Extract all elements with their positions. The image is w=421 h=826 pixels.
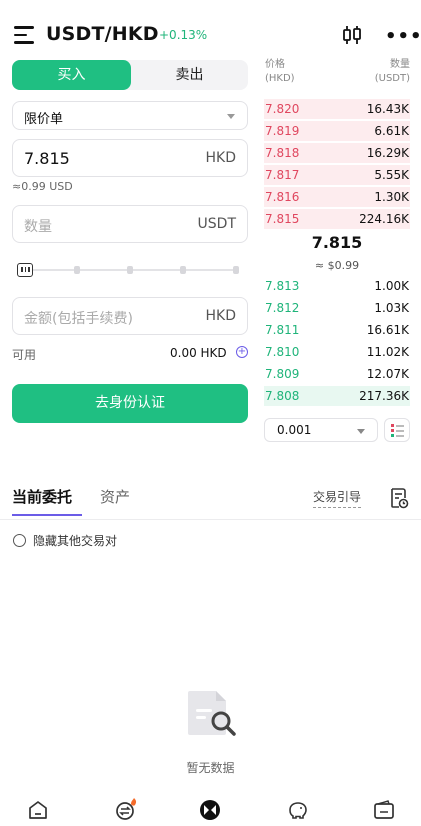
quantity-input[interactable]: 数量 USDT (12, 205, 248, 243)
ask-price: 7.817 (265, 168, 300, 182)
trade-icon[interactable] (198, 798, 222, 822)
buy-sell-tabs: 买入 卖出 (12, 60, 248, 90)
slider-step-100[interactable] (233, 266, 239, 274)
empty-document-search-icon (188, 691, 236, 736)
wallet-icon[interactable] (372, 798, 396, 822)
ask-qty: 6.61K (374, 124, 409, 138)
more-dots-icon[interactable]: ••• (385, 26, 421, 47)
bid-qty: 11.02K (366, 345, 409, 359)
ask-row[interactable]: 7.818 16.29K (264, 143, 410, 163)
ask-price: 7.816 (265, 190, 300, 204)
orderbook-qty-header: 数量 (USDT) (375, 58, 410, 86)
exchange-icon[interactable] (114, 798, 138, 822)
qty-header-unit: (USDT) (374, 73, 410, 84)
active-tab-indicator (12, 514, 82, 516)
tab-buy[interactable]: 买入 (12, 60, 131, 90)
ask-price: 7.815 (265, 212, 300, 226)
savings-icon[interactable] (286, 798, 310, 822)
ask-row[interactable]: 7.820 16.43K (264, 99, 410, 119)
ask-qty: 16.29K (366, 146, 409, 160)
orderbook-price-header: 价格 (HKD) (265, 58, 295, 86)
tab-assets[interactable]: 资产 (100, 486, 130, 507)
bid-row[interactable]: 7.810 11.02K (264, 342, 410, 362)
slider-step-75[interactable] (180, 266, 186, 274)
qty-header-label: 数量 (390, 59, 410, 70)
bid-qty: 16.61K (366, 323, 409, 337)
bid-price: 7.811 (265, 323, 300, 337)
bottom-nav (0, 792, 421, 826)
ask-qty: 5.55K (374, 168, 409, 182)
candlestick-icon[interactable] (341, 24, 363, 46)
verify-identity-button[interactable]: 去身份认证 (12, 384, 248, 423)
quantity-placeholder: 数量 (24, 219, 52, 235)
tab-current-orders[interactable]: 当前委托 (12, 486, 72, 507)
order-type-select[interactable]: 限价单 (12, 101, 248, 130)
precision-select[interactable]: 0.001 (264, 418, 378, 442)
home-icon[interactable] (26, 798, 50, 822)
quantity-unit: USDT (197, 216, 236, 232)
trading-guide-link[interactable]: 交易引导 (313, 488, 362, 508)
bid-price: 7.810 (265, 345, 300, 359)
empty-state-text: 暂无数据 (186, 761, 235, 775)
order-type-label: 限价单 (24, 112, 64, 127)
tab-sell[interactable]: 卖出 (131, 60, 248, 90)
bid-price: 7.813 (265, 279, 300, 293)
amount-placeholder: 金额(包括手续费) (24, 311, 133, 327)
menu-icon[interactable] (14, 26, 34, 44)
slider-handle[interactable] (17, 263, 33, 277)
ask-price: 7.818 (265, 146, 300, 160)
slider-step-25[interactable] (74, 266, 80, 274)
ask-qty: 224.16K (359, 212, 409, 226)
deposit-plus-icon[interactable]: + (236, 346, 248, 358)
divider (0, 519, 421, 520)
bid-price: 7.809 (265, 367, 300, 381)
bid-qty: 217.36K (359, 389, 409, 403)
pair-title[interactable]: USDT/HKD (46, 23, 159, 45)
header: USDT/HKD +0.13% ••• (0, 0, 421, 56)
ask-row[interactable]: 7.819 6.61K (264, 121, 410, 141)
chevron-down-icon (227, 114, 235, 119)
bid-row[interactable]: 7.809 12.07K (264, 364, 410, 384)
mid-price-usd: ≈ $0.99 (314, 259, 360, 272)
price-input[interactable]: 7.815 HKD (12, 139, 248, 177)
ask-qty: 16.43K (366, 102, 409, 116)
chevron-down-icon (357, 429, 365, 434)
hide-others-label[interactable]: 隐藏其他交易对 (33, 532, 117, 549)
price-value: 7.815 (24, 149, 70, 168)
ask-row[interactable]: 7.816 1.30K (264, 187, 410, 207)
orderbook-layout-icon[interactable] (384, 418, 410, 442)
mid-price: 7.815 (311, 233, 363, 252)
ask-price: 7.819 (265, 124, 300, 138)
ask-price: 7.820 (265, 102, 300, 116)
bid-row[interactable]: 7.813 1.00K (264, 276, 410, 296)
ask-row[interactable]: 7.815 224.16K (264, 209, 410, 229)
price-header-label: 价格 (265, 59, 285, 70)
price-change: +0.13% (159, 28, 208, 42)
quantity-slider[interactable] (17, 263, 239, 277)
precision-value: 0.001 (277, 423, 312, 437)
bid-price: 7.808 (265, 389, 300, 403)
amount-input[interactable]: 金额(包括手续费) HKD (12, 297, 248, 335)
price-unit: HKD (205, 150, 237, 166)
bid-qty: 1.03K (374, 301, 409, 315)
available-label: 可用 (12, 348, 37, 362)
hide-others-radio[interactable] (13, 534, 26, 547)
amount-unit: HKD (205, 308, 237, 324)
ask-qty: 1.30K (374, 190, 409, 204)
available-value: 0.00 HKD (170, 346, 227, 360)
ask-row[interactable]: 7.817 5.55K (264, 165, 410, 185)
order-history-icon[interactable] (389, 487, 409, 509)
slider-step-50[interactable] (127, 266, 133, 274)
bid-row[interactable]: 7.811 16.61K (264, 320, 410, 340)
price-approx-usd: ≈0.99 USD (12, 180, 73, 193)
bid-price: 7.812 (265, 301, 300, 315)
bid-qty: 12.07K (366, 367, 409, 381)
bid-row[interactable]: 7.808 217.36K (264, 386, 410, 406)
price-header-unit: (HKD) (265, 73, 295, 84)
bid-qty: 1.00K (374, 279, 409, 293)
bid-row[interactable]: 7.812 1.03K (264, 298, 410, 318)
